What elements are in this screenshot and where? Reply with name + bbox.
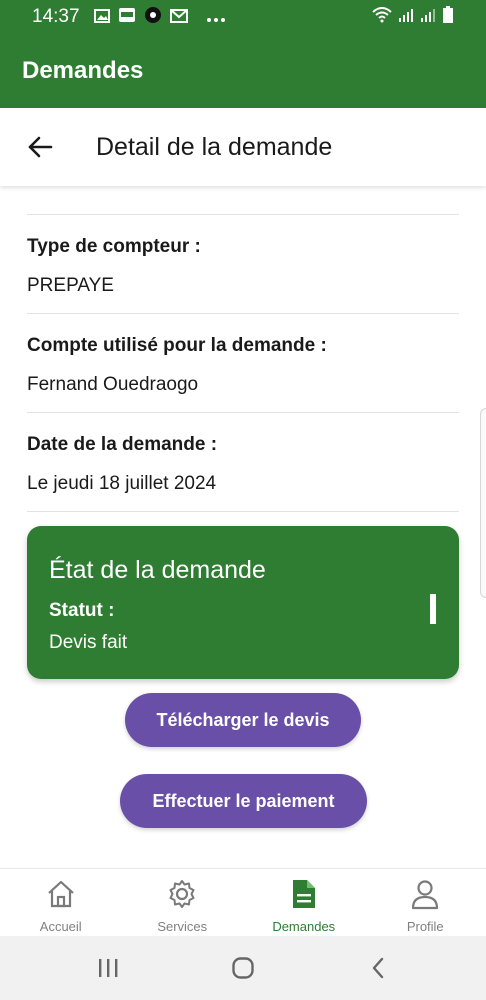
status-indicator-bar [430, 594, 436, 624]
status-notification-icons [93, 6, 226, 29]
home-icon [44, 877, 78, 911]
status-label: Statut : [49, 600, 115, 621]
nav-item-services[interactable]: Services [122, 869, 244, 936]
state-card-title: État de la demande [49, 556, 266, 584]
more-dots-icon [206, 7, 226, 28]
status-time: 14:37 [32, 6, 80, 27]
edge-panel-handle[interactable] [480, 408, 486, 598]
page-title: Detail de la demande [96, 132, 333, 161]
system-navigation-bar [0, 936, 486, 1000]
divider [27, 313, 459, 314]
pdf-icon [118, 7, 136, 28]
make-payment-button[interactable]: Effectuer le paiement [120, 774, 367, 828]
recent-apps-button[interactable] [84, 944, 132, 992]
nav-item-accueil[interactable]: Accueil [0, 869, 122, 936]
request-state-card: État de la demande Statut : Devis fait [27, 526, 459, 679]
app-bar-title: Demandes [22, 57, 144, 84]
circle-app-icon [144, 6, 162, 29]
divider [27, 214, 459, 215]
detail-field-account: Compte utilisé pour la demande : Fernand… [27, 335, 459, 396]
divider [27, 412, 459, 413]
wifi-icon [372, 6, 392, 28]
nav-label: Services [157, 919, 208, 934]
nav-item-demandes[interactable]: Demandes [243, 869, 365, 936]
detail-label: Type de compteur : [27, 236, 201, 257]
home-circle-icon [232, 957, 254, 979]
detail-value: Fernand Ouedraogo [27, 374, 199, 395]
download-quote-button[interactable]: Télécharger le devis [125, 693, 361, 747]
back-button[interactable] [20, 127, 60, 167]
status-value: Devis fait [49, 632, 128, 653]
status-bar: 14:37 [0, 0, 486, 34]
recent-apps-icon [98, 959, 118, 977]
bottom-navigation: Accueil Services Demandes Profile [0, 868, 486, 936]
status-system-icons [372, 5, 454, 29]
app-bar: Demandes [0, 34, 486, 108]
detail-content[interactable]: Type de compteur : PREPAYE Compte utilis… [0, 186, 486, 868]
gear-icon [165, 877, 199, 911]
detail-value: PREPAYE [27, 275, 114, 296]
mail-icon [169, 7, 188, 28]
arrow-left-icon [28, 136, 53, 158]
back-system-button[interactable] [354, 944, 402, 992]
signal-icon [398, 7, 414, 28]
nav-label: Accueil [39, 919, 82, 934]
detail-header: Detail de la demande [0, 108, 486, 186]
image-icon [93, 7, 110, 28]
back-chevron-icon [373, 957, 384, 979]
person-icon [408, 877, 442, 911]
nav-item-profile[interactable]: Profile [365, 869, 486, 936]
detail-field-date: Date de la demande : Le jeudi 18 juillet… [27, 434, 459, 495]
nav-label: Profile [406, 919, 444, 934]
detail-value: Le jeudi 18 juillet 2024 [27, 473, 217, 494]
nav-label: Demandes [272, 919, 336, 934]
signal-icon [420, 7, 436, 28]
divider [27, 511, 459, 512]
battery-icon [442, 5, 454, 29]
home-system-button[interactable] [219, 944, 267, 992]
document-icon [287, 877, 321, 911]
detail-field-meter-type: Type de compteur : PREPAYE [27, 236, 459, 297]
detail-label: Date de la demande : [27, 434, 218, 455]
detail-label: Compte utilisé pour la demande : [27, 335, 327, 356]
